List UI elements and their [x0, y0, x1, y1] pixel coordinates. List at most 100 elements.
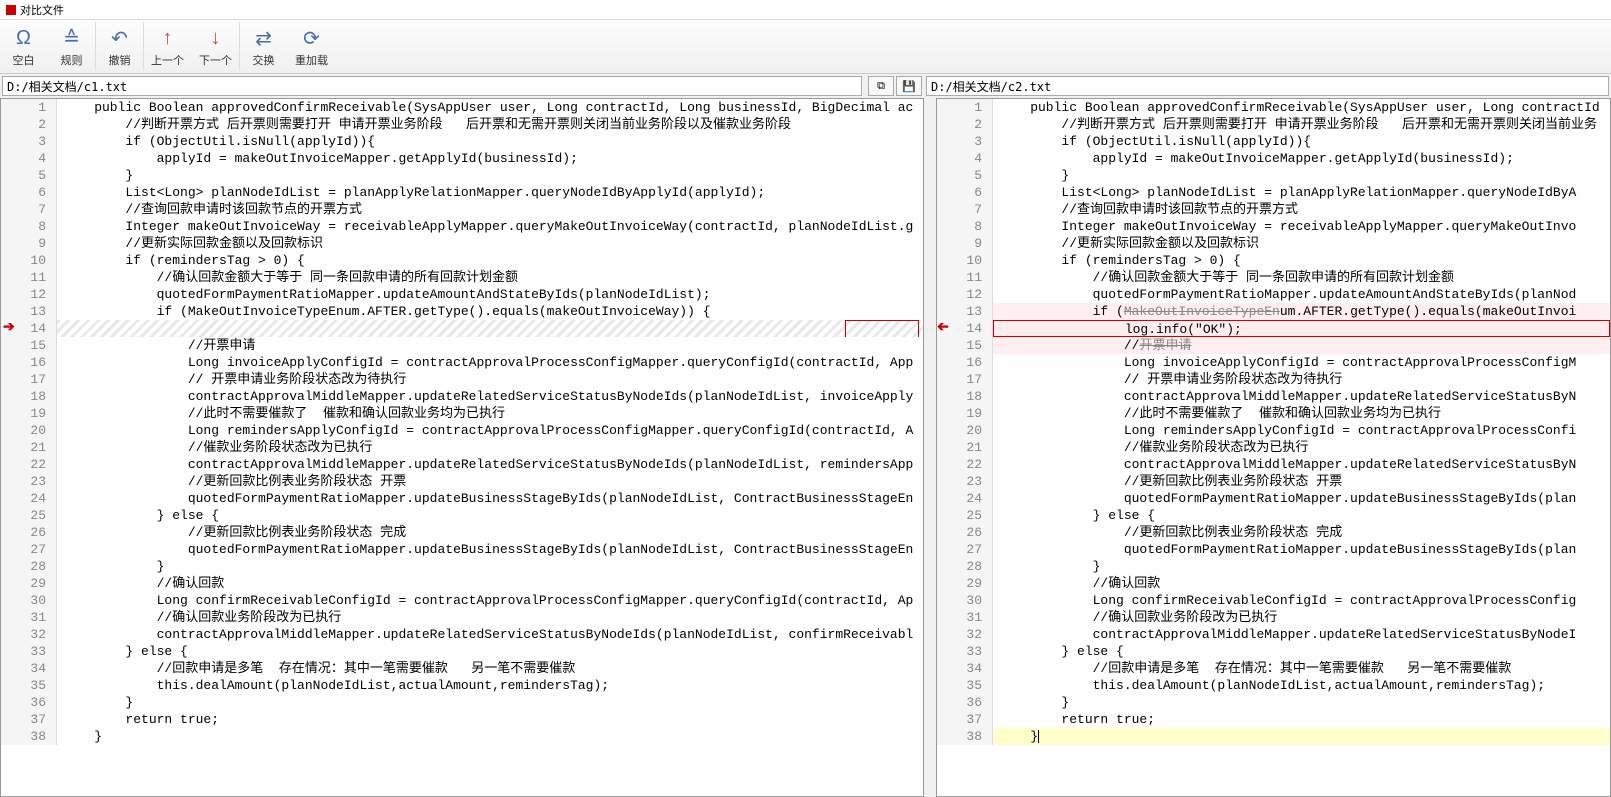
code-row[interactable]: 8 Integer makeOutInvoiceWay = receivable…: [1, 218, 923, 235]
line-number: 25: [937, 507, 993, 524]
left-pane[interactable]: ➔ 1 public Boolean approvedConfirmReceiv…: [0, 98, 924, 797]
code-row[interactable]: 12 quotedFormPaymentRatioMapper.updateAm…: [937, 286, 1610, 303]
code-row[interactable]: 34 //回款申请是多笔 存在情况：其中一笔需要催款 另一笔不需要催款: [1, 660, 923, 677]
code-row[interactable]: 18 contractApprovalMiddleMapper.updateRe…: [937, 388, 1610, 405]
toolbar: Ω空白≙规则↶撤销↑上一个↓下一个⇄交换⟳重加载: [0, 20, 1611, 74]
toolbar-规则-button[interactable]: ≙规则: [48, 22, 96, 71]
code-row[interactable]: 6 List<Long> planNodeIdList = planApplyR…: [937, 184, 1610, 201]
code-row[interactable]: 1 public Boolean approvedConfirmReceivab…: [937, 99, 1610, 116]
code-row[interactable]: 13 if (MakeOutInvoiceTypeEnum.AFTER.getT…: [937, 303, 1610, 320]
code-row[interactable]: 36 }: [1, 694, 923, 711]
toolbar-上一个-button[interactable]: ↑上一个: [144, 22, 192, 71]
code-row[interactable]: 16 Long invoiceApplyConfigId = contractA…: [1, 354, 923, 371]
code-row[interactable]: 28 }: [937, 558, 1610, 575]
code-row[interactable]: 26 //更新回款比例表业务阶段状态 完成: [1, 524, 923, 541]
code-row[interactable]: 32 contractApprovalMiddleMapper.updateRe…: [1, 626, 923, 643]
code-text: Long invoiceApplyConfigId = contractAppr…: [57, 354, 923, 371]
code-row[interactable]: 15 //开票申请: [937, 337, 1610, 354]
line-number: 20: [937, 422, 993, 439]
code-text: //确认回款金额大于等于 同一条回款申请的所有回款计划金额: [57, 269, 923, 286]
code-row[interactable]: 20 Long remindersApplyConfigId = contrac…: [1, 422, 923, 439]
code-row[interactable]: 38 }: [1, 728, 923, 745]
code-row[interactable]: 21 //催款业务阶段状态改为已执行: [937, 439, 1610, 456]
code-row[interactable]: 29 //确认回款: [1, 575, 923, 592]
line-number: 7: [937, 201, 993, 218]
code-text: contractApprovalMiddleMapper.updateRelat…: [57, 388, 923, 405]
code-row[interactable]: 34 //回款申请是多笔 存在情况：其中一笔需要催款 另一笔不需要催款: [937, 660, 1610, 677]
code-row[interactable]: 35 this.dealAmount(planNodeIdList,actual…: [1, 677, 923, 694]
code-text: Long confirmReceivableConfigId = contrac…: [57, 592, 923, 609]
code-row[interactable]: 30 Long confirmReceivableConfigId = cont…: [937, 592, 1610, 609]
code-row[interactable]: 25 } else {: [937, 507, 1610, 524]
code-row[interactable]: 17 // 开票申请业务阶段状态改为待执行: [1, 371, 923, 388]
code-row[interactable]: 15 //开票申请: [1, 337, 923, 354]
code-row[interactable]: 33 } else {: [937, 643, 1610, 660]
right-path-input[interactable]: [926, 76, 1609, 96]
code-row[interactable]: 24 quotedFormPaymentRatioMapper.updateBu…: [937, 490, 1610, 507]
right-pane[interactable]: ➔ 1 public Boolean approvedConfirmReceiv…: [936, 98, 1611, 797]
code-row[interactable]: 10 if (remindersTag > 0) {: [1, 252, 923, 269]
code-row[interactable]: 14: [1, 320, 923, 337]
code-row[interactable]: 1 public Boolean approvedConfirmReceivab…: [1, 99, 923, 116]
line-number: 32: [937, 626, 993, 643]
code-row[interactable]: 27 quotedFormPaymentRatioMapper.updateBu…: [1, 541, 923, 558]
toolbar-下一个-button[interactable]: ↓下一个: [192, 22, 240, 71]
code-row[interactable]: 32 contractApprovalMiddleMapper.updateRe…: [937, 626, 1610, 643]
code-row[interactable]: 20 Long remindersApplyConfigId = contrac…: [937, 422, 1610, 439]
code-row[interactable]: 6 List<Long> planNodeIdList = planApplyR…: [1, 184, 923, 201]
code-row[interactable]: 29 //确认回款: [937, 575, 1610, 592]
code-row[interactable]: 14 log.info("OK");: [937, 320, 1610, 337]
toolbar-重加载-button[interactable]: ⟳重加载: [288, 22, 336, 71]
code-row[interactable]: 19 //此时不需要催款了 催款和确认回款业务均为已执行: [1, 405, 923, 422]
code-row[interactable]: 3 if (ObjectUtil.isNull(applyId)){: [937, 133, 1610, 150]
code-row[interactable]: 16 Long invoiceApplyConfigId = contractA…: [937, 354, 1610, 371]
code-row[interactable]: 36 }: [937, 694, 1610, 711]
line-number: 29: [1, 575, 57, 592]
code-row[interactable]: 5 }: [937, 167, 1610, 184]
code-row[interactable]: 17 // 开票申请业务阶段状态改为待执行: [937, 371, 1610, 388]
code-row[interactable]: 31 //确认回款业务阶段改为已执行: [1, 609, 923, 626]
code-row[interactable]: 28 }: [1, 558, 923, 575]
toolbar-交换-button[interactable]: ⇄交换: [240, 22, 288, 71]
code-row[interactable]: 21 //催款业务阶段状态改为已执行: [1, 439, 923, 456]
code-row[interactable]: 26 //更新回款比例表业务阶段状态 完成: [937, 524, 1610, 541]
toolbar-空白-button[interactable]: Ω空白: [0, 22, 48, 71]
code-row[interactable]: 9 //更新实际回款金额以及回款标识: [1, 235, 923, 252]
code-row[interactable]: 18 contractApprovalMiddleMapper.updateRe…: [1, 388, 923, 405]
copy-left-button[interactable]: ⧉: [868, 76, 894, 96]
code-row[interactable]: 3 if (ObjectUtil.isNull(applyId)){: [1, 133, 923, 150]
code-row[interactable]: 4 applyId = makeOutInvoiceMapper.getAppl…: [1, 150, 923, 167]
code-text: return true;: [993, 711, 1610, 728]
toolbar-撤销-button[interactable]: ↶撤销: [96, 22, 144, 71]
code-row[interactable]: 23 //更新回款比例表业务阶段状态 开票: [1, 473, 923, 490]
code-row[interactable]: 23 //更新回款比例表业务阶段状态 开票: [937, 473, 1610, 490]
code-row[interactable]: 38 }: [937, 728, 1610, 745]
code-row[interactable]: 13 if (MakeOutInvoiceTypeEnum.AFTER.getT…: [1, 303, 923, 320]
code-row[interactable]: 5 }: [1, 167, 923, 184]
code-row[interactable]: 11 //确认回款金额大于等于 同一条回款申请的所有回款计划金额: [937, 269, 1610, 286]
code-row[interactable]: 24 quotedFormPaymentRatioMapper.updateBu…: [1, 490, 923, 507]
code-row[interactable]: 19 //此时不需要催款了 催款和确认回款业务均为已执行: [937, 405, 1610, 422]
code-row[interactable]: 31 //确认回款业务阶段改为已执行: [937, 609, 1610, 626]
code-row[interactable]: 7 //查询回款申请时该回款节点的开票方式: [1, 201, 923, 218]
code-row[interactable]: 37 return true;: [937, 711, 1610, 728]
code-row[interactable]: 22 contractApprovalMiddleMapper.updateRe…: [937, 456, 1610, 473]
code-row[interactable]: 25 } else {: [1, 507, 923, 524]
code-row[interactable]: 9 //更新实际回款金额以及回款标识: [937, 235, 1610, 252]
code-row[interactable]: 7 //查询回款申请时该回款节点的开票方式: [937, 201, 1610, 218]
code-row[interactable]: 33 } else {: [1, 643, 923, 660]
code-row[interactable]: 4 applyId = makeOutInvoiceMapper.getAppl…: [937, 150, 1610, 167]
code-row[interactable]: 27 quotedFormPaymentRatioMapper.updateBu…: [937, 541, 1610, 558]
code-row[interactable]: 22 contractApprovalMiddleMapper.updateRe…: [1, 456, 923, 473]
code-row[interactable]: 30 Long confirmReceivableConfigId = cont…: [1, 592, 923, 609]
code-row[interactable]: 10 if (remindersTag > 0) {: [937, 252, 1610, 269]
code-row[interactable]: 2 //判断开票方式 后开票则需要打开 申请开票业务阶段 后开票和无需开票则关闭…: [937, 116, 1610, 133]
left-path-input[interactable]: [2, 76, 862, 96]
code-row[interactable]: 35 this.dealAmount(planNodeIdList,actual…: [937, 677, 1610, 694]
code-row[interactable]: 11 //确认回款金额大于等于 同一条回款申请的所有回款计划金额: [1, 269, 923, 286]
code-row[interactable]: 37 return true;: [1, 711, 923, 728]
code-row[interactable]: 2 //判断开票方式 后开票则需要打开 申请开票业务阶段 后开票和无需开票则关闭…: [1, 116, 923, 133]
code-row[interactable]: 8 Integer makeOutInvoiceWay = receivable…: [937, 218, 1610, 235]
code-row[interactable]: 12 quotedFormPaymentRatioMapper.updateAm…: [1, 286, 923, 303]
save-left-button[interactable]: 💾: [896, 76, 922, 96]
